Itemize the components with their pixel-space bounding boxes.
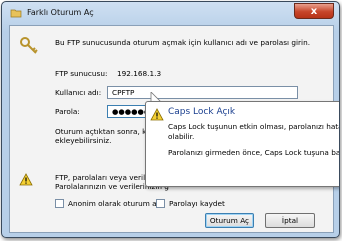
warning-icon (150, 108, 164, 121)
password-label: Parola: (55, 107, 80, 116)
username-label: Kullanıcı adı: (55, 88, 102, 97)
login-dialog-window: Farklı Oturum Aç x Bu FTP sunucusunda ot… (1, 1, 340, 238)
username-field[interactable]: CPFTP (107, 86, 298, 99)
intro-text: Bu FTP sunucusunda oturum açmak için kul… (55, 38, 311, 47)
window-title: Farklı Oturum Aç (27, 8, 94, 17)
anonymous-checkbox[interactable] (55, 199, 64, 208)
tooltip-line3: Parolanızı girmeden önce, Caps Lock tuşu… (168, 148, 340, 157)
key-icon (20, 37, 38, 54)
caps-lock-tooltip: Caps Lock Açık Caps Lock tuşunun etkin o… (145, 101, 340, 187)
login-button[interactable]: Oturum Aç (205, 213, 254, 228)
title-bar[interactable]: Farklı Oturum Aç x (2, 2, 339, 23)
server-value: 192.168.1.3 (117, 69, 162, 78)
anonymous-label[interactable]: Anonim olarak oturum aç (68, 199, 161, 208)
cancel-button[interactable]: İptal (265, 213, 315, 228)
server-label: FTP sunucusu: (55, 69, 108, 78)
save-password-checkbox[interactable] (156, 199, 165, 208)
close-button[interactable]: x (294, 3, 334, 19)
close-icon: x (310, 5, 318, 17)
tooltip-line1: Caps Lock tuşunun etkin olması, parolanı… (168, 122, 340, 131)
folder-icon (10, 9, 22, 17)
save-password-label[interactable]: Parolayı kaydet (169, 199, 225, 208)
tooltip-line2: olabilir. (168, 132, 195, 141)
warning-icon (19, 173, 33, 186)
after-login-text-line2: ekleyebilirsiniz. (55, 136, 112, 145)
tooltip-title: Caps Lock Açık (168, 107, 236, 117)
